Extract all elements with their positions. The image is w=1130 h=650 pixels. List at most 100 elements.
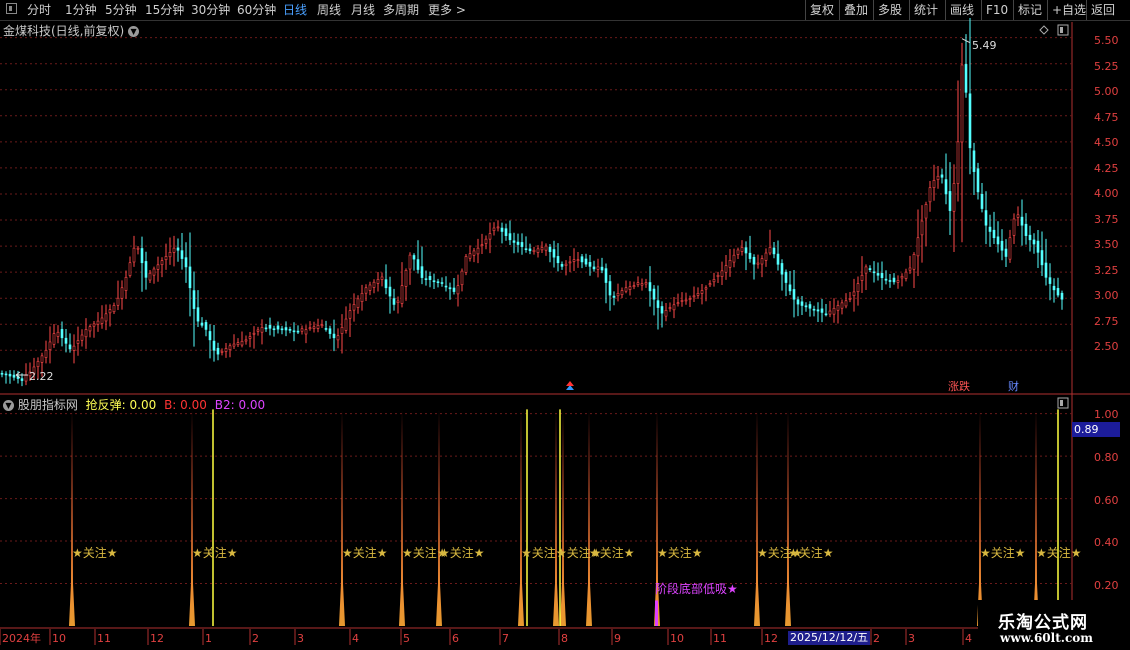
candle-body: [56, 331, 60, 337]
watermark-line1: 乐淘公式网: [998, 613, 1088, 633]
candle-body: [180, 250, 184, 259]
candle-body: [216, 347, 220, 355]
buy-signal-spike: [436, 409, 442, 626]
watermark-line2: www.60lt.com: [1000, 631, 1093, 645]
candle-body: [916, 237, 920, 257]
candle-body: [268, 324, 272, 329]
candle-body: [456, 285, 460, 295]
buy-signal-spike: [399, 409, 405, 626]
y-tick: 4.75: [1094, 111, 1119, 124]
candle-body: [344, 318, 348, 331]
candle-body: [792, 289, 796, 300]
candle-body: [480, 244, 484, 246]
candle-body: [940, 174, 944, 178]
candle-body: [860, 274, 864, 281]
signal-labels: ★关注★ ★关注★ ★关注★ ★关注★★关注★ ★关注★★关注★★关注★ ★关注★ ★关注★…: [72, 545, 1082, 596]
candle-body: [568, 261, 572, 264]
candle-body: [776, 253, 780, 265]
candle-body: [628, 286, 632, 290]
candle-body: [324, 328, 328, 330]
time-label: 8: [561, 632, 568, 645]
candle-body: [660, 306, 664, 314]
candle-body: [796, 299, 800, 305]
chevron-down-icon[interactable]: ▼: [3, 400, 14, 411]
time-label: 3: [297, 632, 304, 645]
kline-chart[interactable]: ★关注★ ★关注★ ★关注★ ★关注★★关注★ ★关注★★关注★★关注★ ★关注★ ★关注★…: [0, 0, 1130, 650]
diamond-icon[interactable]: [1039, 25, 1049, 35]
candle-body: [676, 302, 680, 305]
candle-body: [692, 295, 696, 298]
time-label: 12: [764, 632, 778, 645]
event-label-zhangdie[interactable]: 涨跌: [948, 379, 970, 393]
y-tick: 2.75: [1094, 315, 1119, 328]
candle-body: [544, 245, 548, 251]
candle-body: [532, 249, 536, 252]
candle-body: [248, 336, 252, 339]
time-label: 11: [713, 632, 727, 645]
candle-body: [964, 64, 968, 93]
y-tick: 3.50: [1094, 238, 1119, 251]
candle-body: [1032, 239, 1036, 245]
time-label: 7: [502, 632, 509, 645]
candle-body: [952, 183, 956, 212]
candle-body: [124, 277, 128, 291]
buy-signal-spike: [754, 409, 760, 626]
candle-body: [396, 300, 400, 303]
candle-body: [276, 325, 280, 330]
candle-body: [88, 326, 92, 332]
candle-body: [636, 282, 640, 285]
candle-body: [868, 268, 872, 271]
candle-body: [864, 266, 868, 274]
candle-body: [1012, 218, 1016, 236]
candle-body: [440, 282, 444, 284]
candle-body: [720, 270, 724, 277]
candle-body: [816, 309, 820, 312]
candle-body: [404, 270, 408, 287]
candle-body: [12, 374, 16, 378]
indicator-window-icon-bar: [1060, 400, 1063, 406]
time-label: 3: [908, 632, 915, 645]
candle-body: [36, 361, 40, 367]
candle-body: [744, 247, 748, 254]
candle-body: [820, 308, 824, 313]
candle-body: [1060, 292, 1064, 300]
candle-body: [516, 241, 520, 245]
candle-body: [668, 307, 672, 309]
candle-body: [112, 305, 116, 313]
candle-body: [896, 280, 900, 283]
signal-label: ★关注★: [72, 545, 118, 560]
candle-body: [644, 282, 648, 285]
y-tick: 4.50: [1094, 136, 1119, 149]
candle-body: [488, 233, 492, 240]
y-tick: 5.25: [1094, 60, 1119, 73]
candle-body: [732, 254, 736, 263]
candle-body: [980, 193, 984, 209]
candle-body: [632, 285, 636, 287]
y-tick: 2.50: [1094, 340, 1119, 353]
candle-body: [252, 332, 256, 335]
signal-label: ★关注★: [980, 545, 1026, 560]
bottom-signal-label: 阶段底部低吸★: [655, 581, 738, 596]
candle-body: [208, 331, 212, 341]
candle-body: [108, 309, 112, 314]
candle-body: [1044, 262, 1048, 278]
candle-body: [508, 233, 512, 241]
candle-body: [956, 141, 960, 184]
signal-label: ★关注★: [657, 545, 703, 560]
candle-body: [128, 262, 132, 276]
candle-body: [552, 249, 556, 258]
candle-body: [136, 247, 140, 250]
event-label-cai[interactable]: 财: [1008, 379, 1019, 393]
buy-signal-spike: [69, 409, 75, 626]
candle-body: [328, 328, 332, 334]
candle-body: [808, 304, 812, 309]
candle-body: [876, 273, 880, 276]
candle-body: [960, 64, 964, 143]
candle-body: [604, 268, 608, 283]
candle-body: [292, 330, 296, 333]
y-tick: 3.75: [1094, 213, 1119, 226]
candle-body: [496, 226, 500, 229]
cursor-date-tag: 2025/12/12/五: [788, 631, 871, 645]
y-tick: 5.50: [1094, 34, 1119, 47]
candle-body: [992, 229, 996, 239]
